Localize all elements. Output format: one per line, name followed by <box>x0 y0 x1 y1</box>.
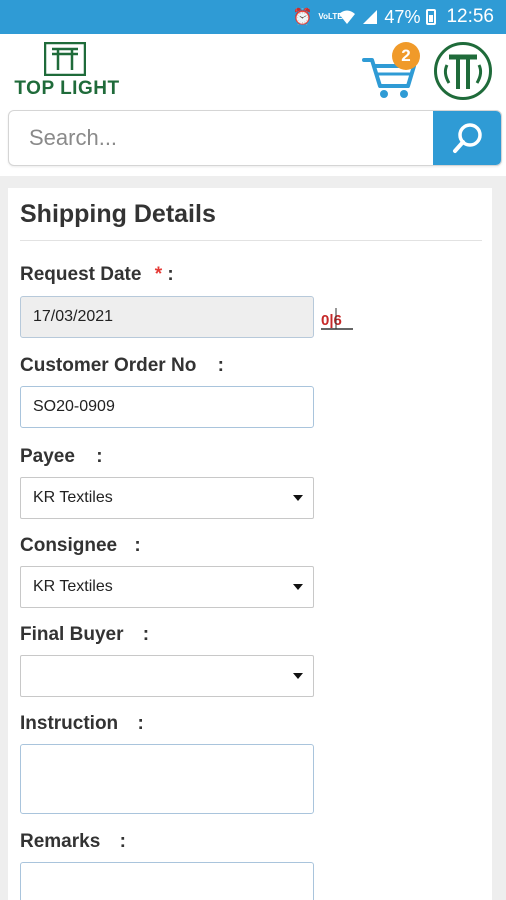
status-bar: ⏰ VoLTE 47% 12:56 <box>0 0 506 34</box>
clock: 12:56 <box>446 6 494 27</box>
app-header: TOP LIGHT 2 <box>0 34 506 106</box>
wifi-icon <box>339 10 356 24</box>
svg-text:0|6: 0|6 <box>321 312 342 329</box>
payee-label: Payee : <box>20 446 103 467</box>
remarks-label: Remarks : <box>20 831 126 852</box>
consignee-label: Consignee : <box>20 535 141 556</box>
request-date-field[interactable]: 17/03/2021 <box>20 296 314 338</box>
chevron-down-icon <box>293 584 303 590</box>
final-buyer-label: Final Buyer : <box>20 624 150 645</box>
title-divider <box>20 240 482 241</box>
calendar-icon[interactable]: 0|6 <box>320 306 354 332</box>
top-light-logo[interactable]: TOP LIGHT <box>10 40 124 100</box>
battery-percent: 47% <box>384 6 421 27</box>
section-title: Shipping Details <box>20 200 216 228</box>
search-input[interactable] <box>9 111 433 165</box>
brand-t-icon <box>443 54 483 89</box>
logo-mark-icon <box>44 42 86 76</box>
cart-button[interactable]: 2 <box>362 42 422 100</box>
search-icon <box>453 123 482 153</box>
alarm-icon: ⏰ <box>292 9 313 26</box>
instruction-label: Instruction : <box>20 713 144 734</box>
instruction-textarea[interactable] <box>20 744 314 814</box>
customer-order-label: Customer Order No : <box>20 355 224 376</box>
chevron-down-icon <box>293 495 303 501</box>
payee-select[interactable]: KR Textiles <box>20 477 314 519</box>
search-button[interactable] <box>433 111 501 165</box>
logo-text: TOP LIGHT <box>14 78 120 99</box>
signal-icon <box>363 10 378 24</box>
battery-icon <box>426 9 437 25</box>
chevron-down-icon <box>293 673 303 679</box>
final-buyer-select[interactable] <box>20 655 314 697</box>
required-mark: * <box>154 264 163 285</box>
volte-icon: VoLTE <box>318 12 343 21</box>
request-date-label: Request Date * : <box>20 264 174 285</box>
customer-order-input[interactable]: SO20-0909 <box>20 386 314 428</box>
consignee-select[interactable]: KR Textiles <box>20 566 314 608</box>
search-bar <box>8 110 502 166</box>
remarks-textarea[interactable] <box>20 862 314 900</box>
profile-avatar[interactable] <box>434 42 492 100</box>
cart-count-badge: 2 <box>392 42 420 70</box>
status-icons: ⏰ VoLTE 47% 12:56 <box>293 0 495 34</box>
